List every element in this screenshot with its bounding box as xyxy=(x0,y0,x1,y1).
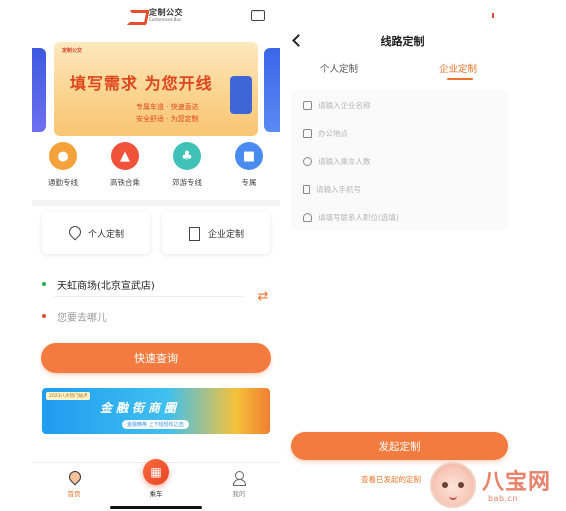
location-pin-icon xyxy=(68,226,80,240)
status-mark xyxy=(492,13,494,18)
origin-field[interactable]: 天虹商场(北京宣武店) xyxy=(32,274,280,294)
office-location-input[interactable] xyxy=(318,128,488,138)
passenger-icon xyxy=(303,156,312,166)
tab-home-label: 首页 xyxy=(67,490,81,498)
tab-ride[interactable]: ▦ 乘车 xyxy=(136,459,176,498)
watermark-en: bab.cn xyxy=(488,494,519,503)
palm-tree-icon: ♣ xyxy=(173,142,201,170)
bottom-tab-bar: 首页 ▦ 乘车 我的 xyxy=(32,459,280,511)
home-indicator xyxy=(110,506,202,509)
personal-custom-label: 个人定制 xyxy=(87,229,124,240)
briefcase-icon xyxy=(303,128,312,138)
phone-input[interactable] xyxy=(316,184,486,194)
contact-icon xyxy=(303,212,312,222)
destination-dot-icon xyxy=(42,314,46,318)
tab-enterprise-custom[interactable]: 企业定制 xyxy=(439,61,477,75)
company-name-row xyxy=(291,95,508,115)
origin-text: 天虹商场(北京宣武店) xyxy=(57,280,155,292)
quick-entry-label: 高铁合乘 xyxy=(110,178,140,187)
origin-dot-icon xyxy=(42,282,46,286)
swap-icon[interactable]: ⇄ xyxy=(255,289,271,305)
message-icon[interactable] xyxy=(251,7,265,21)
watermark-face-icon xyxy=(430,462,476,508)
logo-mark-icon xyxy=(128,8,146,22)
route-custom-screen: 线路定制 个人定制 企业定制 发起定制 查看已发起的定制 xyxy=(285,0,520,511)
home-screen: 定制公交 Customized Bus 定制公交 填写需求 为您开线 专属车道 … xyxy=(32,0,280,511)
destination-placeholder: 您要去哪儿 xyxy=(57,312,107,324)
logo-en-text: Customized Bus xyxy=(149,16,182,22)
commute-icon: ● xyxy=(49,142,77,170)
banner-logo-text: 定制公交 xyxy=(62,48,83,54)
view-submitted-link[interactable]: 查看已发起的定制 xyxy=(361,474,421,485)
watermark-cn: 八宝网 xyxy=(482,470,552,495)
user-icon xyxy=(232,471,246,486)
ad-subtitle: 金融精英 上下班轻松之选 xyxy=(122,420,189,429)
tab-mine[interactable]: 我的 xyxy=(219,471,259,498)
quick-entry-label: 专属 xyxy=(241,178,257,187)
tab-mine-label: 我的 xyxy=(232,490,246,498)
logo-cn-text: 定制公交 xyxy=(149,7,183,17)
quick-entry-train[interactable]: ▲ 高铁合乘 xyxy=(94,142,156,194)
top-bar: 定制公交 Customized Bus xyxy=(32,0,280,36)
ad-banner[interactable]: 2023八大热门站点 金融街商圈 金融精英 上下班轻松之选 xyxy=(42,388,270,434)
quick-entry-label: 郊游专线 xyxy=(172,178,202,187)
building-icon xyxy=(303,100,312,110)
tab-personal-custom[interactable]: 个人定制 xyxy=(320,61,358,75)
company-name-input[interactable] xyxy=(318,100,488,110)
active-tab-indicator xyxy=(447,78,473,80)
prev-banner-card[interactable] xyxy=(32,48,46,132)
ad-title: 金融街商圈 xyxy=(100,401,181,415)
submit-custom-button[interactable]: 发起定制 xyxy=(291,432,508,460)
page-title: 线路定制 xyxy=(380,35,425,48)
contact-position-input[interactable] xyxy=(318,212,488,222)
tab-home[interactable]: 首页 xyxy=(54,471,94,498)
qr-code-icon: ▦ xyxy=(143,459,169,485)
banner-subtitle-1: 专属车道 · 快速直达 xyxy=(136,103,199,111)
banner-subtitle-2: 安全舒适 · 为您定制 xyxy=(136,115,199,123)
watermark: 八宝网 bab.cn xyxy=(430,462,560,508)
home-icon xyxy=(67,471,81,485)
enterprise-form xyxy=(291,90,508,230)
section-divider xyxy=(32,200,280,206)
contact-position-row xyxy=(291,207,508,227)
quick-entry-row: ● 通勤专线 ▲ 高铁合乘 ♣ 郊游专线 ■ 专属 xyxy=(32,142,280,194)
address-divider xyxy=(54,296,244,297)
quick-entry-commute[interactable]: ● 通勤专线 xyxy=(32,142,94,194)
destination-field[interactable]: 您要去哪儿 xyxy=(32,306,280,326)
tab-ride-label: 乘车 xyxy=(149,490,163,498)
phone-icon xyxy=(303,184,310,194)
banner[interactable]: 定制公交 填写需求 为您开线 专属车道 · 快速直达 安全舒适 · 为您定制 xyxy=(54,42,258,136)
bus-icon: ■ xyxy=(235,142,263,170)
app-logo: 定制公交 Customized Bus xyxy=(128,8,183,22)
enterprise-custom-card[interactable]: 企业定制 xyxy=(162,212,270,254)
train-icon: ▲ xyxy=(111,142,139,170)
next-banner-card[interactable] xyxy=(264,48,280,132)
building-icon xyxy=(188,226,200,241)
enterprise-custom-label: 企业定制 xyxy=(207,229,244,240)
ad-tag: 2023八大热门站点 xyxy=(46,392,91,400)
personal-custom-card[interactable]: 个人定制 xyxy=(42,212,150,254)
office-location-row xyxy=(291,123,508,143)
banner-title: 填写需求 为您开线 xyxy=(70,74,213,93)
passenger-count-row xyxy=(291,151,508,171)
phone-row xyxy=(291,179,508,199)
quick-entry-label: 通勤专线 xyxy=(48,178,78,187)
passenger-count-input[interactable] xyxy=(318,156,488,166)
banner-carousel[interactable]: 定制公交 填写需求 为您开线 专属车道 · 快速直达 安全舒适 · 为您定制 xyxy=(32,42,280,138)
banner-bus-illustration xyxy=(230,76,252,114)
quick-entry-exclusive[interactable]: ■ 专属 xyxy=(218,142,280,194)
quick-entry-excursion[interactable]: ♣ 郊游专线 xyxy=(156,142,218,194)
quick-query-button[interactable]: 快速查询 xyxy=(41,343,271,373)
